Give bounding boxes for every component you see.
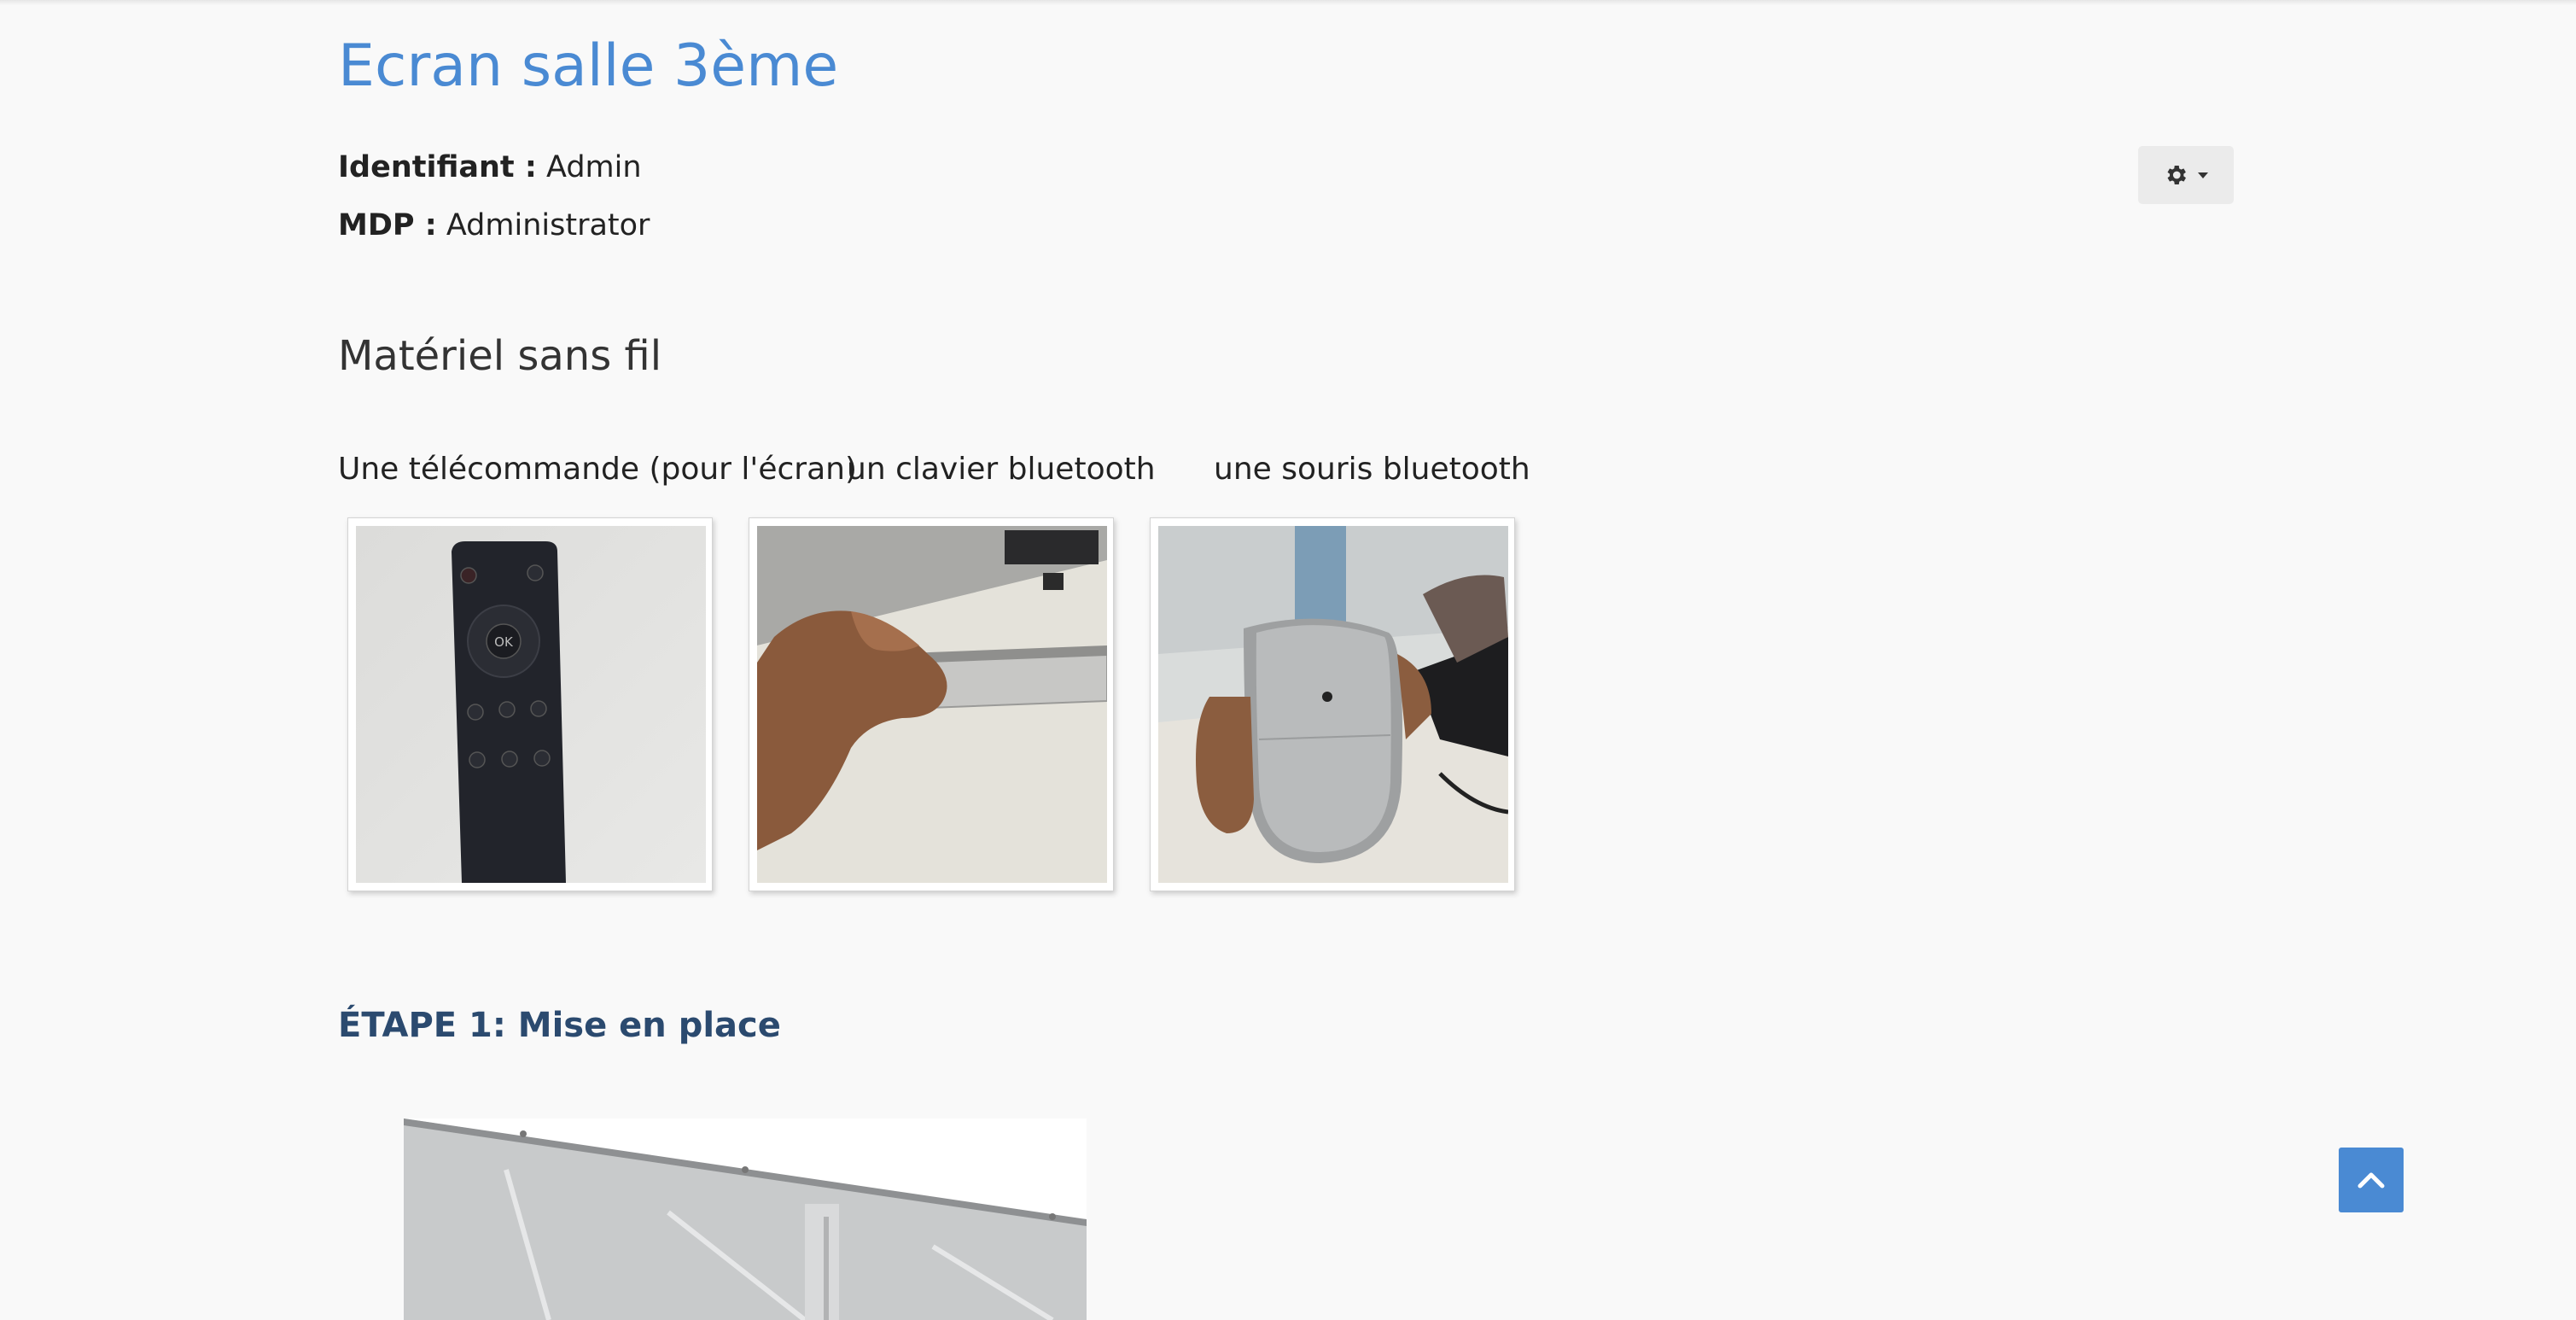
identifiant-label: Identifiant :	[338, 150, 537, 184]
scroll-to-top-button[interactable]	[2339, 1148, 2404, 1212]
caption-keyboard: un clavier bluetooth	[847, 452, 1156, 487]
credential-identifiant: Identifiant : Admin	[338, 145, 642, 190]
bluetooth-mouse-photo	[1158, 526, 1508, 883]
mdp-value: Administrator	[446, 208, 650, 242]
chevron-up-icon	[2357, 1172, 2385, 1189]
remote-control-photo: OK	[356, 526, 706, 883]
settings-dropdown-button[interactable]	[2138, 146, 2234, 204]
caret-down-icon	[2198, 172, 2208, 178]
page-content: Ecran salle 3ème Identifiant : Admin MDP…	[0, 0, 2576, 1320]
remote-thumbnail[interactable]: OK	[347, 517, 713, 891]
step1-heading: ÉTAPE 1: Mise en place	[338, 1006, 781, 1045]
identifiant-value: Admin	[546, 150, 642, 184]
caption-remote: Une télécommande (pour l'écran)	[338, 452, 857, 487]
gear-icon	[2167, 166, 2186, 184]
bluetooth-keyboard-photo	[757, 526, 1107, 883]
keyboard-thumbnail[interactable]	[749, 517, 1114, 891]
screen-setup-photo	[404, 1118, 1087, 1320]
page-title: Ecran salle 3ème	[338, 32, 839, 100]
wireless-section-heading: Matériel sans fil	[338, 332, 662, 380]
svg-text:OK: OK	[494, 634, 514, 650]
mdp-label: MDP :	[338, 208, 437, 242]
caption-mouse: une souris bluetooth	[1214, 452, 1530, 487]
credential-mdp: MDP : Administrator	[338, 203, 650, 248]
mouse-thumbnail[interactable]	[1150, 517, 1515, 891]
